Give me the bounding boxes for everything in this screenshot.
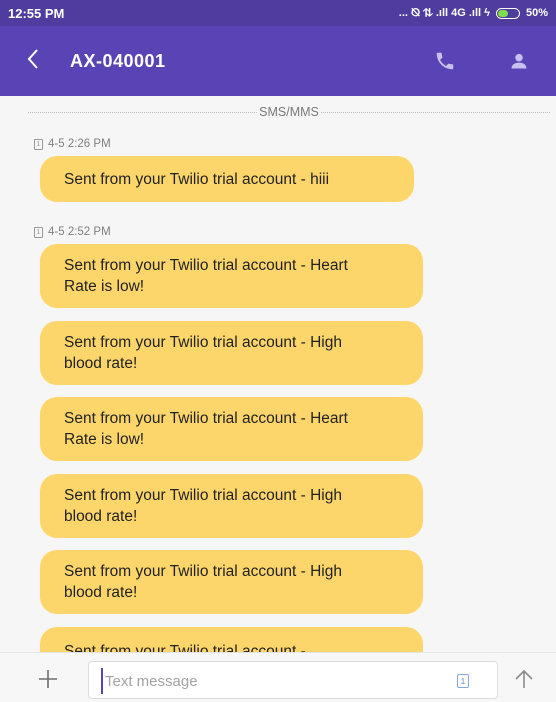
phone-icon[interactable] [408, 26, 482, 96]
status-indicators: ... ⦰ ⇅ .ıll 4G .ıll ϟ 50% [399, 7, 548, 20]
battery-fill [497, 9, 508, 17]
status-bar: 12:55 PM ... ⦰ ⇅ .ıll 4G .ıll ϟ 50% [0, 0, 556, 26]
sim-card-icon: 1 [34, 138, 43, 150]
battery-icon [495, 7, 520, 19]
sim-select-icon[interactable]: 1 [457, 674, 469, 688]
contact-title: AX-040001 [70, 50, 166, 71]
divider-label: SMS/MMS [259, 105, 319, 119]
message-text: Sent from your Twilio trial account - He… [64, 257, 348, 295]
app-bar: AX-040001 [0, 26, 556, 96]
message-bubble[interactable]: Sent from your Twilio trial account - hi… [40, 156, 414, 202]
message-bubble[interactable]: Sent from your Twilio trial account - He… [40, 244, 423, 308]
message-text: Sent from your Twilio trial account - hi… [64, 170, 330, 188]
message-bubble[interactable]: Sent from your Twilio trial account - [40, 627, 423, 652]
text-message-input[interactable] [101, 668, 431, 694]
back-arrow-icon[interactable] [26, 48, 56, 74]
divider-line [320, 111, 551, 113]
message-bubble[interactable]: Sent from your Twilio trial account - Hi… [40, 321, 423, 385]
message-text: Sent from your Twilio trial account - Hi… [64, 487, 342, 525]
status-time: 12:55 PM [8, 5, 65, 21]
message-bubble[interactable]: Sent from your Twilio trial account - Hi… [40, 474, 423, 538]
message-timestamp: 1 4-5 2:52 PM [34, 226, 111, 238]
send-arrow-icon[interactable] [512, 667, 536, 691]
app-bar-actions [408, 26, 556, 96]
message-bubble[interactable]: Sent from your Twilio trial account - He… [40, 397, 423, 461]
message-text: Sent from your Twilio trial account - Hi… [64, 563, 342, 601]
timestamp-text: 4-5 2:52 PM [48, 226, 111, 238]
message-bubble[interactable]: Sent from your Twilio trial account - Hi… [40, 550, 423, 614]
sms-mms-divider: SMS/MMS [28, 104, 551, 120]
message-timestamp: 1 4-5 2:26 PM [34, 138, 111, 150]
divider-line [28, 111, 258, 113]
sim-card-icon: 1 [34, 226, 43, 238]
timestamp-text: 4-5 2:26 PM [48, 138, 111, 150]
signal-icons: ... ⦰ ⇅ .ıll 4G .ıll ϟ [398, 6, 490, 19]
person-icon[interactable] [482, 26, 556, 96]
message-text: Sent from your Twilio trial account - [64, 643, 306, 652]
text-message-box[interactable]: 1 [88, 661, 498, 699]
battery-percent: 50% [525, 7, 548, 19]
message-composer: 1 [0, 652, 556, 702]
message-thread[interactable]: SMS/MMS 1 4-5 2:26 PM Sent from your Twi… [0, 96, 556, 652]
message-text: Sent from your Twilio trial account - He… [64, 410, 348, 448]
message-text: Sent from your Twilio trial account - Hi… [64, 334, 342, 372]
attach-plus-icon[interactable] [36, 667, 60, 691]
